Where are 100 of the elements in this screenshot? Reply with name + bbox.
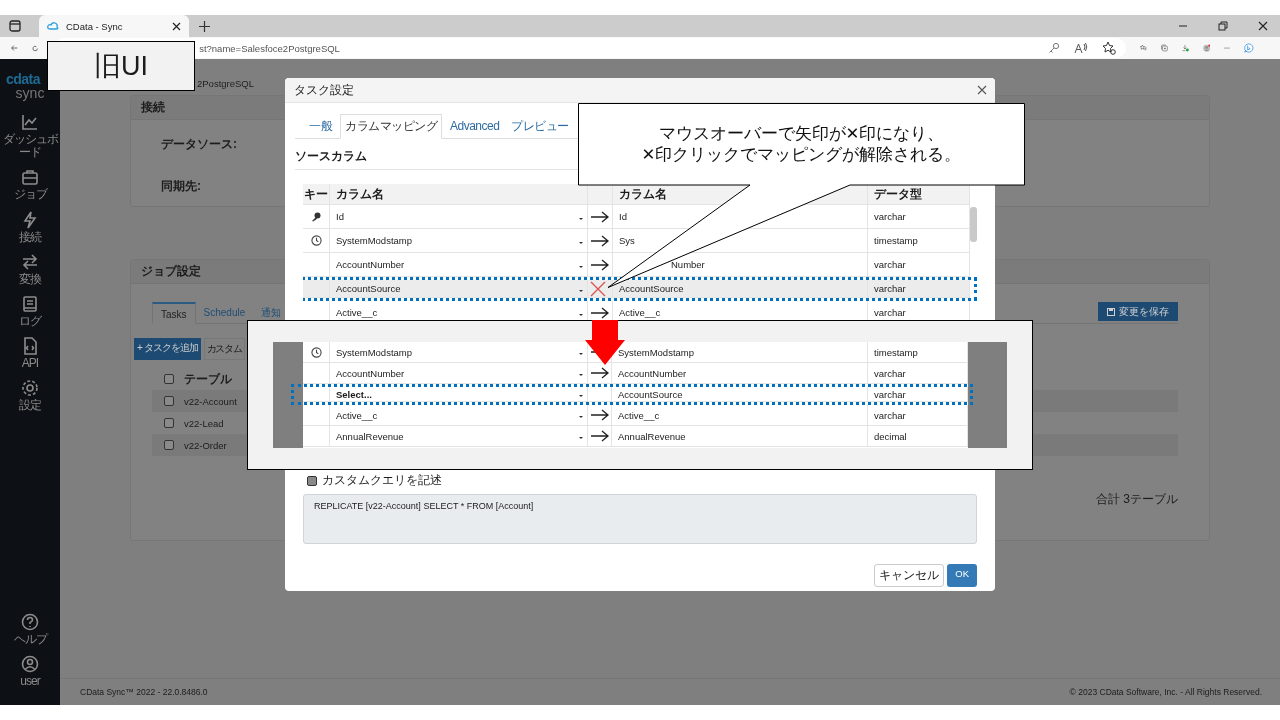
panel-title: 接続 bbox=[141, 100, 165, 114]
version-text: CData Sync™ 2022 - 22.0.8486.0 bbox=[80, 687, 208, 697]
add-task-button[interactable]: + タスクを追加 bbox=[134, 338, 201, 360]
right-arrow-icon[interactable] bbox=[590, 306, 610, 319]
source-column-select[interactable]: AnnualRevenue bbox=[330, 426, 588, 446]
cloud-icon bbox=[47, 20, 59, 32]
caret-icon bbox=[579, 265, 583, 268]
read-aloud-icon[interactable] bbox=[1074, 42, 1089, 54]
close-icon[interactable] bbox=[977, 85, 987, 95]
nav-item[interactable]: ダッシュボード bbox=[1, 113, 59, 160]
table-cell: v22-Lead bbox=[184, 417, 224, 429]
table-cell: timestamp bbox=[874, 235, 918, 246]
right-arrow-icon[interactable] bbox=[590, 409, 610, 421]
right-arrow-icon[interactable] bbox=[590, 234, 610, 247]
source-column-select[interactable]: AccountNumber bbox=[330, 253, 588, 276]
ok-button[interactable]: OK bbox=[947, 564, 977, 587]
close-icon[interactable] bbox=[1258, 21, 1268, 31]
cancel-button[interactable]: キャンセル bbox=[874, 564, 945, 587]
checkbox[interactable] bbox=[164, 440, 174, 450]
chart-icon bbox=[21, 113, 39, 131]
nav-item[interactable]: API bbox=[21, 337, 39, 371]
table-cell: varchar bbox=[874, 211, 906, 222]
table-cell: AnnualRevenue bbox=[618, 430, 686, 442]
nav-item[interactable]: ジョブ bbox=[13, 168, 47, 202]
collections-icon[interactable] bbox=[1161, 41, 1168, 55]
book-icon bbox=[21, 294, 39, 313]
product-name: sync bbox=[15, 85, 45, 101]
right-arrow-icon[interactable] bbox=[590, 258, 610, 271]
caret-icon bbox=[579, 313, 583, 316]
close-icon[interactable] bbox=[172, 21, 181, 31]
new-tab-icon[interactable] bbox=[199, 20, 210, 32]
nav-item[interactable]: user bbox=[20, 654, 40, 688]
caret-icon bbox=[579, 217, 583, 220]
tab[interactable]: Advanced bbox=[446, 115, 504, 138]
callout-text: マウスオーバーで矢印が✕印になり、 ✕印クリックでマッピングが解除される。 bbox=[640, 122, 963, 165]
table-cell: varchar bbox=[874, 307, 906, 318]
save-button[interactable]: 変更を保存 bbox=[1098, 302, 1178, 321]
right-arrow-icon[interactable] bbox=[590, 210, 610, 223]
column-header: カラム名 bbox=[336, 185, 384, 203]
tab-title: CData - Sync bbox=[66, 20, 123, 32]
field-label: データソース: bbox=[161, 136, 237, 153]
table-cell: AccountSource bbox=[619, 283, 684, 294]
nav-item[interactable]: 設定 bbox=[19, 379, 41, 413]
table-cell: SystemModstamp bbox=[618, 346, 695, 358]
code-file-icon bbox=[21, 337, 39, 356]
tab-actions-icon[interactable] bbox=[9, 20, 21, 32]
right-arrow-icon[interactable] bbox=[590, 367, 610, 379]
source-column-select[interactable]: Id bbox=[330, 205, 588, 228]
table-cell: varchar bbox=[874, 283, 906, 294]
settings-icon bbox=[21, 379, 39, 398]
tab[interactable]: プレビュー bbox=[507, 115, 573, 138]
column-header: キー bbox=[304, 185, 328, 203]
source-column-select[interactable]: Active__c bbox=[330, 405, 588, 425]
column-header: テーブル bbox=[184, 370, 232, 388]
caret-icon bbox=[579, 289, 583, 292]
column-header: データ型 bbox=[874, 185, 922, 203]
table-cell: AccountSource bbox=[618, 388, 683, 400]
caret-icon bbox=[579, 353, 583, 355]
caret-icon bbox=[579, 241, 583, 244]
checkbox[interactable] bbox=[164, 396, 174, 406]
table-cell: varchar bbox=[874, 409, 906, 421]
table-cell: v22-Order bbox=[184, 439, 227, 451]
restore-icon[interactable] bbox=[1218, 21, 1228, 31]
table-cell: Active__c bbox=[619, 307, 661, 318]
scrollbar[interactable] bbox=[970, 207, 977, 242]
custom-button[interactable]: カスタム bbox=[203, 338, 245, 360]
copyright-text: © 2023 CData Software, Inc. - All Rights Reserved. bbox=[1069, 687, 1262, 697]
caret-icon bbox=[579, 374, 583, 376]
dialog-title: タスク設定 bbox=[294, 81, 354, 99]
checkbox-label: カスタムクエリを記述 bbox=[322, 472, 442, 489]
nav-item[interactable]: ヘルプ bbox=[13, 612, 47, 646]
briefcase-icon bbox=[21, 168, 39, 187]
add-favorite-icon[interactable] bbox=[1102, 41, 1117, 55]
right-arrow-icon[interactable] bbox=[590, 430, 610, 442]
table-cell: decimal bbox=[874, 430, 907, 442]
checkbox[interactable] bbox=[164, 418, 174, 428]
logo-text: cdata bbox=[6, 71, 42, 87]
caret-icon bbox=[579, 395, 583, 397]
source-column-select[interactable]: SystemModstamp bbox=[330, 229, 588, 252]
table-cell: timestamp bbox=[874, 346, 918, 358]
swap-arrows-icon bbox=[21, 252, 39, 271]
key-icon[interactable] bbox=[1048, 42, 1061, 54]
nav-item[interactable]: ログ bbox=[19, 294, 41, 329]
nav-item[interactable]: 接続 bbox=[19, 210, 41, 244]
checkbox[interactable] bbox=[164, 374, 174, 384]
source-column-select[interactable]: AccountSource bbox=[330, 280, 588, 297]
remove-icon[interactable] bbox=[590, 280, 606, 297]
source-column-select[interactable]: Select... bbox=[330, 387, 588, 401]
table-cell: Id bbox=[619, 211, 627, 222]
nav-item[interactable]: 変換 bbox=[19, 252, 41, 286]
query-field[interactable]: REPLICATE [v22-Account] SELECT * FROM [Account] bbox=[303, 494, 977, 544]
checkbox[interactable] bbox=[307, 475, 317, 486]
label-box: 旧UI bbox=[47, 41, 195, 91]
tab[interactable]: カラムマッピング bbox=[340, 114, 442, 139]
tab[interactable]: Tasks bbox=[152, 302, 196, 324]
tab[interactable]: 一般 bbox=[305, 115, 336, 138]
total-count: 合計 3テーブル bbox=[1096, 491, 1178, 508]
table-cell: varchar bbox=[874, 259, 906, 270]
source-column-select[interactable]: AccountNumber bbox=[330, 363, 588, 383]
browser-tab[interactable]: CData - Sync bbox=[39, 15, 189, 37]
